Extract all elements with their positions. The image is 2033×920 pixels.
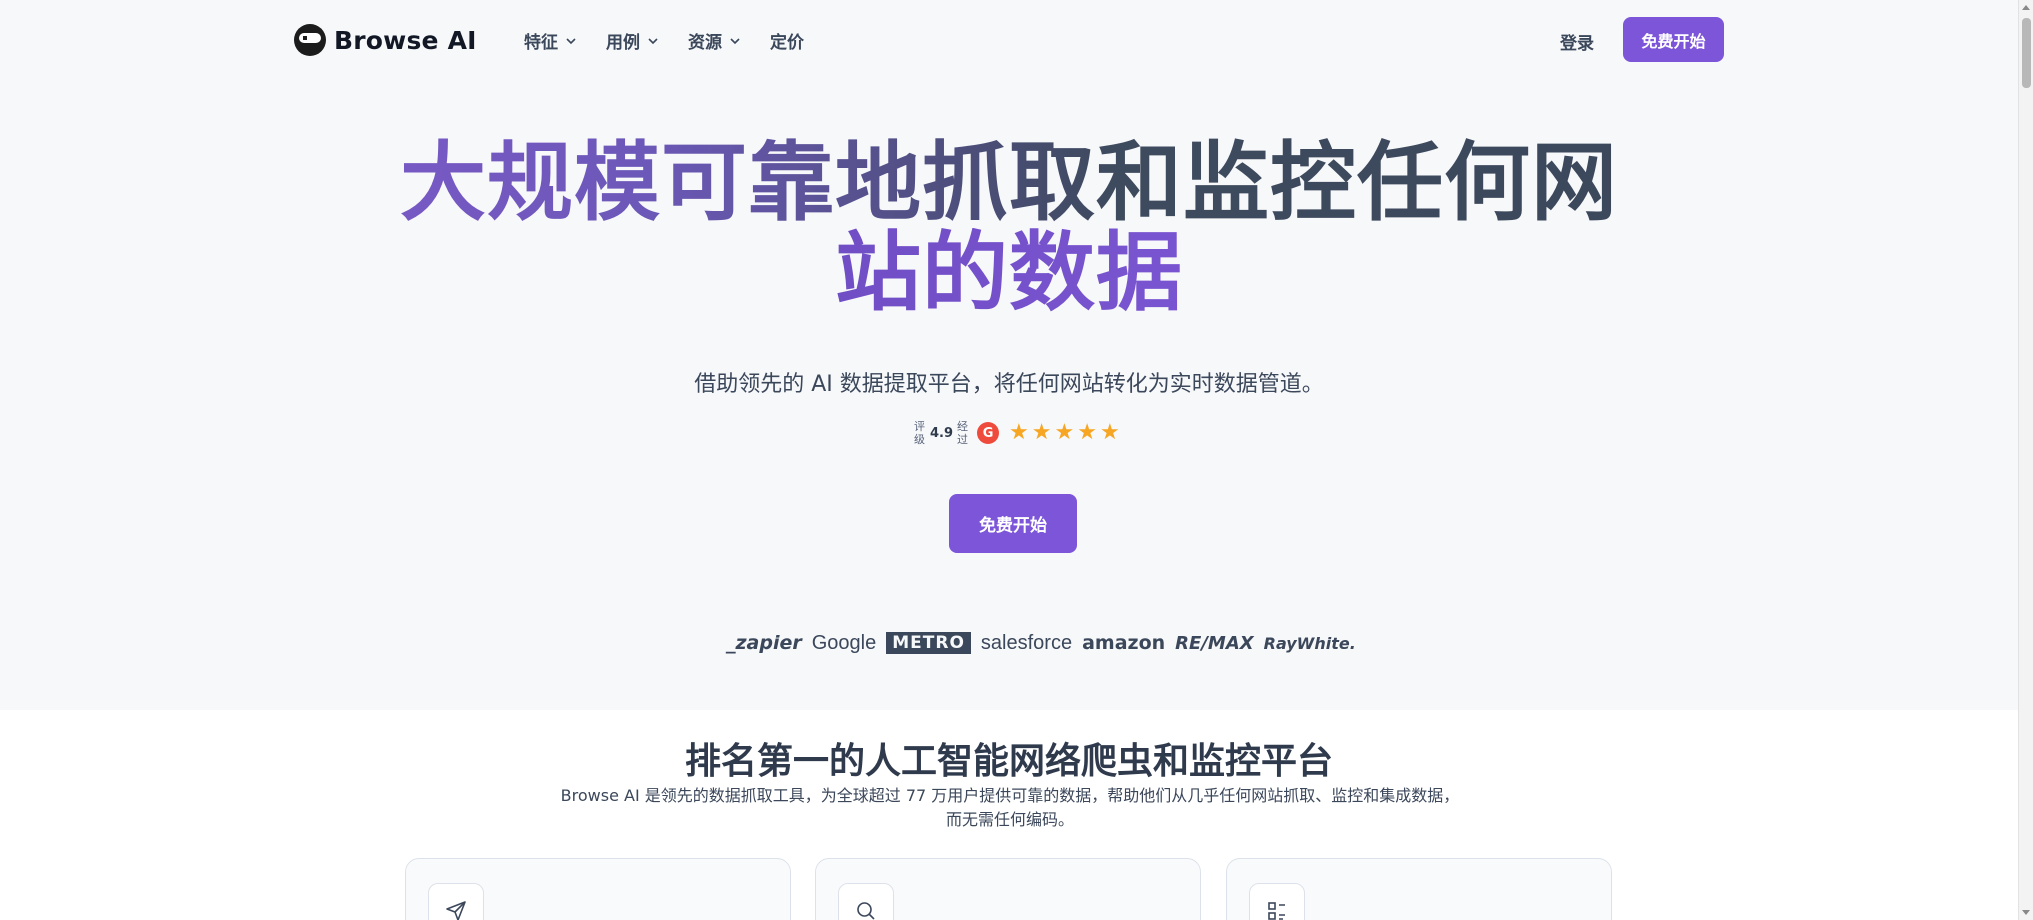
star-icon: ★ (1009, 420, 1029, 445)
nav-item-resources[interactable]: 资源 (688, 28, 742, 53)
zapier-logo: _zapier (726, 632, 802, 654)
amazon-logo: amazon (1082, 632, 1166, 654)
section-description-line1: Browse AI 是领先的数据抓取工具，为全球超过 77 万用户提供可靠的数据… (560, 786, 1460, 805)
brand-logo[interactable]: Browse AI (294, 22, 477, 58)
customer-logos: _zapier Google METRO salesforce amazon R… (726, 628, 1356, 658)
hero-subtitle: 借助领先的 AI 数据提取平台，将任何网站转化为实时数据管道。 (694, 372, 1324, 397)
feature-icon-box (428, 883, 484, 920)
raywhite-logo: RayWhite. (1263, 633, 1356, 653)
nav-item-label: 资源 (688, 33, 722, 53)
remax-logo: RE/MAX (1175, 632, 1254, 654)
star-icon: ★ (1054, 420, 1075, 445)
metro-logo: METRO (886, 632, 971, 654)
nav-item-pricing[interactable]: 定价 (770, 28, 804, 53)
login-link[interactable]: 登录 (1560, 29, 1594, 54)
rating-prefix: 评级 (914, 420, 925, 446)
rating-suffix: 经过 (957, 420, 969, 446)
hero-title-line1: 大规模可靠地抓取和监控任何网 (0, 138, 2018, 228)
chevron-down-icon (648, 37, 658, 44)
scrollbar-thumb[interactable] (2022, 18, 2031, 88)
feature-card (815, 858, 1201, 920)
feature-icon-box (838, 883, 894, 920)
rating-stars: ★ ★ ★ ★ ★ (1009, 422, 1120, 444)
nav-item-label: 特征 (524, 33, 558, 53)
nav-item-label: 定价 (770, 33, 804, 53)
main-nav: 特征 用例 资源 定价 (524, 28, 804, 53)
scan-icon (1268, 902, 1285, 920)
nav-item-features[interactable]: 特征 (524, 28, 578, 53)
section-description: Browse AI 是领先的数据抓取工具，为全球超过 77 万用户提供可靠的数据… (555, 784, 1465, 832)
rating-score: 4.9 (930, 425, 954, 441)
star-icon: ★ (1031, 420, 1052, 445)
section-description-line2: 而无需任何编码。 (945, 810, 1074, 829)
hero-title: 大规模可靠地抓取和监控任何网 站的数据 (0, 138, 2018, 318)
robot-logo-icon (294, 24, 326, 56)
platform-section: 排名第一的人工智能网络爬虫和监控平台 Browse AI 是领先的数据抓取工具，… (0, 710, 2018, 920)
star-icon: ★ (1077, 420, 1097, 445)
page-scrollbar[interactable] (2018, 0, 2033, 920)
rating-badge[interactable]: 评级 4.9 经过 G ★ ★ ★ ★ ★ (914, 420, 1120, 446)
section-title: 排名第一的人工智能网络爬虫和监控平台 (684, 741, 1333, 782)
feature-icon-box (1249, 883, 1305, 920)
hero-title-line2: 站的数据 (0, 228, 2018, 318)
scroll-up-arrow-icon[interactable] (2022, 5, 2030, 10)
chevron-down-icon (566, 37, 576, 44)
hero-start-free-button[interactable]: 免费开始 (949, 494, 1077, 553)
header-start-free-button[interactable]: 免费开始 (1623, 17, 1724, 62)
salesforce-logo: salesforce (980, 631, 1073, 654)
g2-logo-icon: G (977, 422, 1000, 444)
brand-name: Browse AI (334, 25, 477, 55)
search-icon (857, 902, 875, 920)
nav-item-use-cases[interactable]: 用例 (606, 28, 660, 53)
send-icon (446, 901, 466, 920)
site-header: Browse AI 特征 用例 资源 定价 登录 免费开始 (0, 0, 2018, 80)
nav-item-label: 用例 (606, 33, 640, 53)
google-logo: Google (811, 631, 877, 654)
feature-card (1226, 858, 1612, 920)
feature-card (405, 858, 791, 920)
star-icon: ★ (1099, 420, 1120, 445)
chevron-down-icon (730, 37, 740, 44)
scroll-down-arrow-icon[interactable] (2022, 910, 2030, 915)
